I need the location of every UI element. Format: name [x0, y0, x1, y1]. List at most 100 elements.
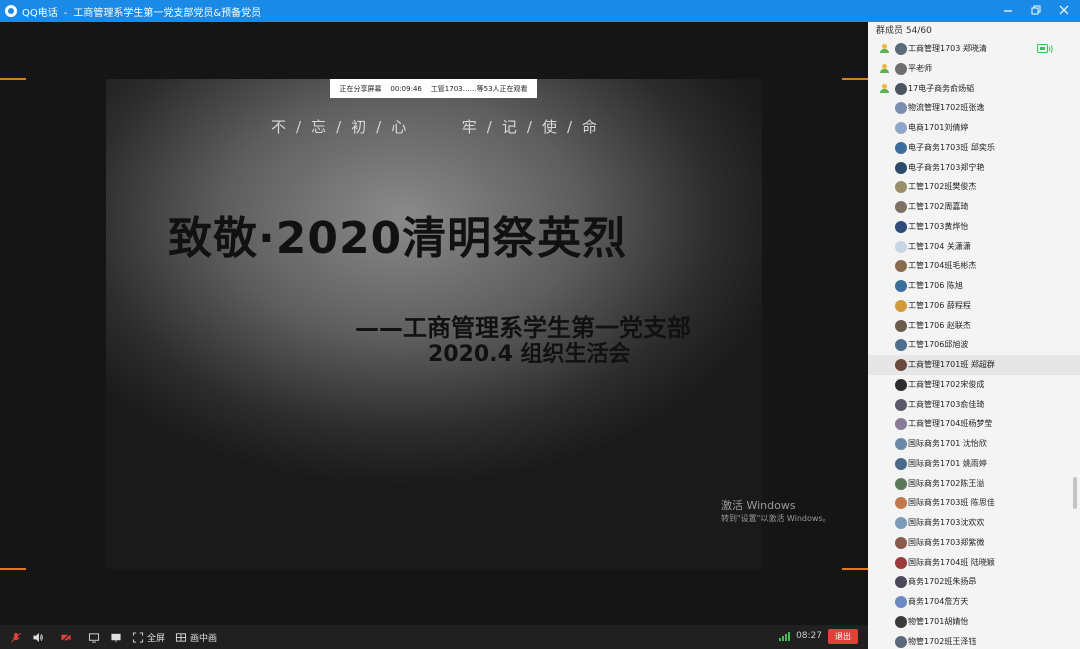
member-name: 工商管理1701班 郑超群: [908, 360, 995, 369]
call-toolbar: 全屏 画中画 08:27 退出: [0, 625, 868, 649]
shared-screen-stage: 正在分享屏幕 00:09:46 工管1703……等53人正在观看 不 / 忘 / 初 / 心…: [0, 22, 868, 625]
corner-marker: [0, 568, 26, 570]
member-row[interactable]: 工管1702周嘉琦: [868, 197, 1080, 217]
member-name: 工管1706 薛程程: [908, 300, 971, 310]
avatar: [895, 220, 907, 233]
member-name: 国际商务1703郑紫微: [908, 537, 985, 547]
member-row[interactable]: 国际商务1701 姚雨婷: [868, 454, 1080, 474]
admin-user-icon: [879, 44, 889, 54]
mic-muted-icon[interactable]: [10, 632, 22, 643]
avatar: [895, 517, 907, 529]
whiteboard-icon[interactable]: [110, 632, 122, 643]
member-row[interactable]: 工商管理1703 郑晓清: [868, 39, 1080, 59]
member-row[interactable]: 国际商务1703郑紫微: [868, 533, 1080, 553]
motto-char: 不: [270, 118, 286, 136]
watermark-line1: 激活 Windows: [721, 499, 796, 512]
member-row[interactable]: 工商管理1703俞佳琦: [868, 395, 1080, 415]
member-count-header: 群成员 54/60: [876, 26, 932, 36]
member-name: 国际商务1704班 陆晓颖: [908, 557, 995, 567]
member-name: 工管1706 陈旭: [908, 281, 963, 290]
motto-char: 忘: [311, 118, 327, 136]
motto-char: 心: [391, 118, 407, 136]
motto-char: /: [376, 118, 382, 136]
window-controls: [1002, 0, 1070, 22]
member-name: 工商管理1704班杨梦莹: [908, 419, 993, 429]
motto-left: 不 / 忘 / 初 / 心: [266, 116, 411, 137]
windows-activation-watermark: 激活 Windows 转到"设置"以激活 Windows。: [721, 499, 831, 525]
motto-char: 牢: [461, 118, 477, 136]
motto-char: 使: [541, 118, 557, 136]
close-icon[interactable]: [1058, 5, 1070, 18]
avatar: [895, 497, 907, 510]
member-name: 电子商务1703班 邱奕乐: [908, 142, 995, 152]
slide-motto: 不 / 忘 / 初 / 心 牢 / 记 / 使 / 命: [0, 116, 868, 137]
speaker-icon[interactable]: [32, 632, 44, 643]
member-row[interactable]: 工管1706 赵联杰: [868, 316, 1080, 336]
member-row[interactable]: 平老师: [868, 59, 1080, 79]
member-row[interactable]: 物管1702班王泽钰: [868, 632, 1080, 649]
restore-icon[interactable]: [1030, 5, 1042, 18]
member-row[interactable]: 工管1706邱旭波: [868, 335, 1080, 355]
member-row[interactable]: 工管1703黄烨怡: [868, 217, 1080, 237]
member-name: 平老师: [908, 63, 932, 73]
member-name: 国际商务1703班 陈思佳: [908, 498, 995, 508]
member-name: 工商管理1703 郑晓清: [908, 44, 987, 53]
screen-share-icon[interactable]: [88, 632, 100, 643]
member-row[interactable]: 国际商务1701 沈怡欣: [868, 434, 1080, 454]
avatar: [895, 62, 907, 75]
motto-char: 命: [582, 118, 598, 136]
member-row[interactable]: 工管1702班樊俊杰: [868, 177, 1080, 197]
motto-char: /: [336, 118, 342, 136]
member-row[interactable]: 商务1704詹方天: [868, 592, 1080, 612]
member-row[interactable]: 国际商务1703沈欢欢: [868, 513, 1080, 533]
member-row[interactable]: 工管1704 关潇潇: [868, 237, 1080, 257]
motto-char: /: [526, 118, 532, 136]
member-row[interactable]: 物管1701胡婧怡: [868, 612, 1080, 632]
member-list-scrollbar[interactable]: [1073, 477, 1077, 509]
avatar: [895, 359, 907, 371]
avatar: [895, 181, 907, 194]
avatar: [895, 161, 907, 174]
member-name: 工管1706邱旭波: [908, 340, 969, 350]
avatar: [895, 596, 907, 608]
picture-in-picture-button[interactable]: 画中画: [175, 631, 217, 644]
member-row[interactable]: 工管1706 薛程程: [868, 296, 1080, 316]
member-row[interactable]: 工商管理1701班 郑超群: [868, 355, 1080, 375]
member-row[interactable]: 国际商务1703班 陈思佳: [868, 493, 1080, 513]
member-name: 国际商务1703沈欢欢: [908, 518, 985, 527]
admin-user-icon: [879, 83, 889, 94]
member-row[interactable]: 工管1704班毛彬杰: [868, 256, 1080, 276]
member-name: 工商管理1703俞佳琦: [908, 399, 985, 409]
motto-char: /: [295, 118, 302, 136]
avatar: [895, 378, 907, 391]
exit-button[interactable]: 退出: [828, 629, 858, 644]
camera-off-icon[interactable]: [60, 632, 72, 643]
member-row[interactable]: 工商管理1702宋俊成: [868, 375, 1080, 395]
member-name: 物管1702班王泽钰: [908, 636, 977, 646]
member-name: 物管1701胡婧怡: [908, 616, 969, 626]
minimize-icon[interactable]: [1002, 5, 1014, 18]
member-panel: 群成员 54/60 工商管理1703 郑晓清 平老师 17电子商务俞炀韬物流管理17…: [868, 22, 1080, 649]
slide-subtitle-line2: 2020.4 组织生活会: [428, 342, 631, 367]
slide-headline: 致敬·2020清明祭英烈: [168, 213, 628, 264]
picture-in-picture-icon: [175, 632, 187, 642]
avatar: [895, 438, 907, 450]
member-row[interactable]: 电子商务1703班 邱奕乐: [868, 138, 1080, 158]
member-row[interactable]: 17电子商务俞炀韬: [868, 79, 1080, 99]
avatar: [895, 576, 907, 589]
fullscreen-button[interactable]: 全屏: [132, 631, 165, 644]
member-row[interactable]: 工管1706 陈旭: [868, 276, 1080, 296]
member-name: 国际商务1701 姚雨婷: [908, 458, 987, 468]
member-row[interactable]: 工商管理1704班杨梦莹: [868, 414, 1080, 434]
member-name: 17电子商务俞炀韬: [908, 83, 975, 93]
avatar: [895, 43, 907, 55]
member-row[interactable]: 国际商务1702陈王溢: [868, 474, 1080, 494]
speaking-indicator-icon: [1037, 44, 1053, 53]
member-row[interactable]: 物流管理1702班张逸: [868, 98, 1080, 118]
avatar: [895, 536, 907, 549]
member-row[interactable]: 商务1702班朱扬昂: [868, 572, 1080, 592]
member-row[interactable]: 国际商务1704班 陆晓颖: [868, 553, 1080, 573]
member-row[interactable]: 电子商务1703郑宁艳: [868, 158, 1080, 178]
member-row[interactable]: 电商1701刘倩婷: [868, 118, 1080, 138]
avatar: [895, 260, 907, 273]
